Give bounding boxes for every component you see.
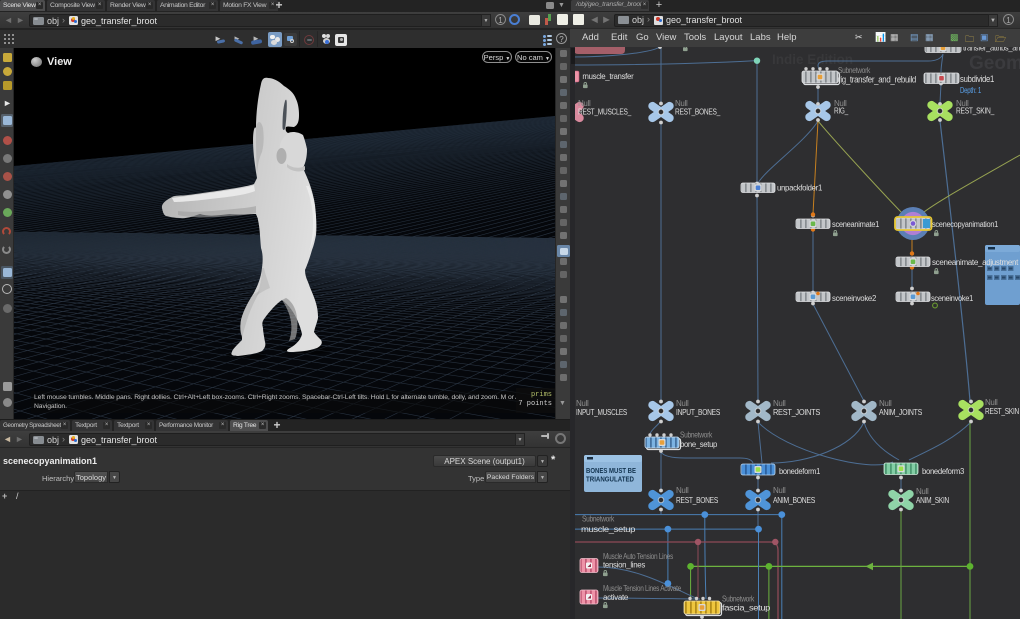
svg-text:scenecopyanimation1: scenecopyanimation1 <box>932 219 998 229</box>
svg-text:unpackfolder1: unpackfolder1 <box>777 183 822 193</box>
svg-text:REST_SKIN_: REST_SKIN_ <box>956 106 994 116</box>
svg-text:bone_setup: bone_setup <box>680 439 717 449</box>
svg-text:rig_transfer_and_rebuild: rig_transfer_and_rebuild <box>838 75 916 85</box>
svg-text:Null: Null <box>773 486 786 495</box>
svg-text:REST_MUSCLES_: REST_MUSCLES_ <box>578 107 631 117</box>
svg-text:bonedeform1: bonedeform1 <box>779 466 820 476</box>
svg-text:sceneanimate1: sceneanimate1 <box>832 219 879 229</box>
svg-text:ANIM_JOINTS: ANIM_JOINTS <box>879 407 922 417</box>
svg-text:Indie Edition: Indie Edition <box>772 52 853 67</box>
svg-text:Null: Null <box>676 486 689 495</box>
svg-text:ANIM_SKIN: ANIM_SKIN <box>916 495 949 505</box>
svg-text:bonedeform3: bonedeform3 <box>922 466 964 476</box>
svg-text:RIG_: RIG_ <box>834 106 848 116</box>
svg-text:REST_BONES_: REST_BONES_ <box>675 107 720 117</box>
svg-text:sceneanimate_adjustment: sceneanimate_adjustment <box>932 257 1019 267</box>
svg-text:fascia_setup: fascia_setup <box>722 603 771 613</box>
svg-text:sceneinvoke1: sceneinvoke1 <box>931 293 973 303</box>
svg-text:muscle_setup: muscle_setup <box>581 524 636 534</box>
svg-text:INPUT_MUSCLES: INPUT_MUSCLES <box>576 407 627 417</box>
svg-text:Geometry: Geometry <box>969 53 1020 74</box>
svg-text:Depth: 1: Depth: 1 <box>960 86 982 95</box>
svg-text:subdivide1: subdivide1 <box>960 74 994 84</box>
svg-text:REST_JOINTS: REST_JOINTS <box>773 407 820 417</box>
svg-text:sceneinvoke2: sceneinvoke2 <box>832 293 876 303</box>
svg-text:Subnetwork: Subnetwork <box>582 515 614 524</box>
svg-text:tension_lines: tension_lines <box>603 560 646 570</box>
svg-text:REST_BONES: REST_BONES <box>676 495 718 505</box>
svg-text:muscle_transfer: muscle_transfer <box>582 71 633 81</box>
svg-text:ANIM_BONES: ANIM_BONES <box>773 495 815 505</box>
svg-text:TRIANGULATED: TRIANGULATED <box>586 475 634 484</box>
svg-text:transfer_attribs_an: transfer_attribs_an <box>963 47 1020 53</box>
svg-text:activate: activate <box>603 592 628 602</box>
svg-text:REST_SKIN: REST_SKIN <box>985 406 1019 416</box>
svg-text:INPUT_BONES: INPUT_BONES <box>676 407 720 417</box>
